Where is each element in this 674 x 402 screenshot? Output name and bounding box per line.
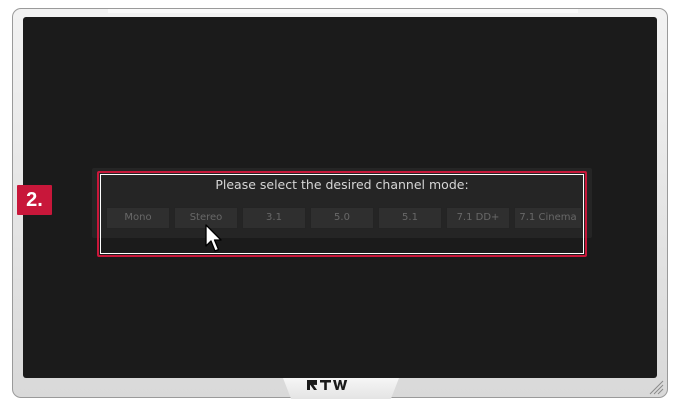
- mouse-pointer-icon: [205, 224, 222, 252]
- resize-grip-icon[interactable]: [646, 377, 664, 395]
- rtw-logo: [307, 380, 348, 390]
- step-number-badge: 2.: [17, 185, 52, 215]
- annotation-highlight-box: [97, 171, 587, 257]
- frame-top-highlight: [108, 9, 578, 13]
